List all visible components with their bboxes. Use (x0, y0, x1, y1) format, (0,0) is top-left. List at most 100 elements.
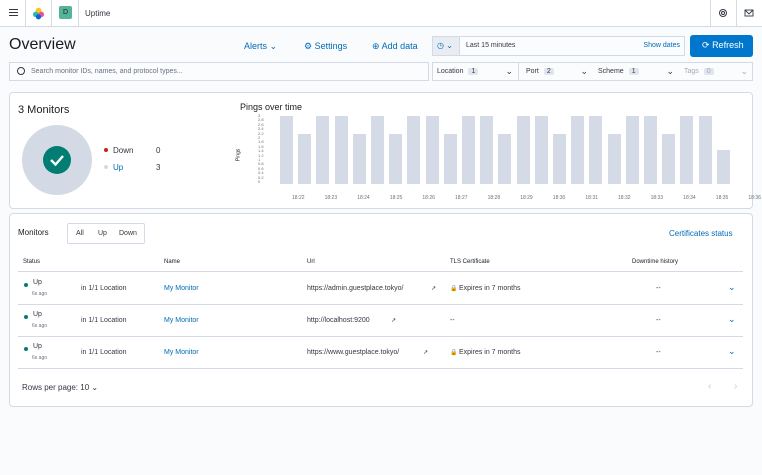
certificates-status-link[interactable]: Certificates status (669, 229, 733, 238)
filter-all-button[interactable]: All (76, 230, 84, 237)
monitor-name-link[interactable]: My Monitor (164, 285, 199, 292)
status-age: 6s ago (32, 323, 48, 329)
monitor-name-link[interactable]: My Monitor (164, 317, 199, 324)
alerts-label: Alerts (244, 41, 268, 51)
ping-bar (334, 116, 348, 184)
ping-bar (698, 116, 712, 184)
filter-count: 1 (628, 68, 639, 75)
chevron-down-icon: ⌄ (269, 41, 278, 51)
x-tick-label: 18:30 (552, 195, 566, 201)
elastic-logo-icon[interactable] (32, 7, 45, 20)
divider (18, 368, 743, 369)
page-title: Overview (9, 36, 76, 53)
space-avatar[interactable]: D (59, 6, 72, 19)
filter-port[interactable]: Port 2 ⌄ (526, 63, 592, 80)
filter-tags[interactable]: Tags 0 ⌄ (684, 63, 752, 80)
location-text: in 1/1 Location (81, 285, 127, 292)
help-icon[interactable] (718, 8, 728, 18)
check-icon (43, 146, 71, 174)
status-age: 6s ago (32, 355, 48, 361)
monitor-url-link[interactable]: https://admin.guestplace.tokyo/ (307, 285, 404, 292)
add-data-label: Add data (381, 41, 418, 51)
refresh-button[interactable]: ⟳ Refresh (690, 35, 753, 57)
ping-bar (553, 134, 567, 184)
clock-icon: ◷ (437, 41, 444, 50)
lock-icon: 🔒 (450, 286, 458, 292)
filter-down-button[interactable]: Down (119, 230, 137, 237)
ping-bar (407, 116, 421, 184)
settings-button[interactable]: ⚙ Settings (304, 41, 347, 52)
x-tick-label: 18:29 (520, 195, 533, 201)
status-text: Up (33, 311, 42, 318)
ping-bar (571, 116, 585, 184)
ping-bar (298, 134, 312, 184)
filter-label: Port (526, 68, 539, 75)
status-dot-icon (24, 315, 28, 319)
expand-row-icon[interactable]: ⌄ (728, 282, 736, 293)
tls-text: Expires in 7 months (459, 349, 521, 356)
chevron-down-icon: ⌄ (446, 41, 453, 50)
x-tick-label: 18:33 (650, 195, 664, 201)
mail-icon[interactable] (744, 8, 754, 18)
divider (18, 304, 743, 305)
add-data-button[interactable]: ⊕ Add data (372, 41, 418, 52)
divider (710, 0, 711, 27)
settings-label: Settings (314, 41, 348, 51)
col-tls[interactable]: TLS Certificate (450, 259, 490, 265)
divider (25, 0, 26, 27)
ping-bar (716, 150, 730, 184)
filter-label: Scheme (598, 68, 624, 75)
search-icon (17, 67, 25, 75)
quick-select-button[interactable]: ◷ ⌄ (433, 37, 460, 55)
ping-bar (534, 116, 548, 184)
filter-up-button[interactable]: Up (98, 230, 107, 237)
col-status[interactable]: Status (23, 259, 40, 265)
alerts-button[interactable]: Alerts ⌄ (244, 41, 277, 52)
menu-icon[interactable] (9, 9, 18, 18)
date-range-label: Last 15 minutes (466, 42, 516, 49)
x-tick-label: 18:24 (357, 195, 370, 201)
refresh-icon: ⟳ (702, 40, 710, 50)
date-picker[interactable]: ◷ ⌄ Last 15 minutes Show dates (432, 36, 685, 56)
ping-bar (480, 116, 494, 184)
col-name[interactable]: Name (164, 259, 180, 265)
divider (18, 336, 743, 337)
ping-bar (498, 134, 512, 184)
down-dot-icon (104, 148, 108, 152)
tls-text: -- (450, 317, 455, 324)
col-url[interactable]: Url (307, 259, 315, 265)
filter-scheme[interactable]: Scheme 1 ⌄ (598, 63, 678, 80)
search-placeholder: Search monitor IDs, names, and protocol … (31, 68, 183, 75)
filter-location[interactable]: Location 1 ⌄ (437, 63, 517, 80)
external-link-icon: ↗ (423, 350, 429, 356)
filter-label: Tags (684, 68, 699, 75)
legend-up-label: Up (113, 163, 124, 172)
filter-group: Location 1 ⌄ Port 2 ⌄ Scheme 1 ⌄ Tags 0 ⌄ (432, 62, 753, 81)
filter-count: 2 (543, 68, 554, 75)
ping-bar (352, 134, 366, 184)
expand-row-icon[interactable]: ⌄ (728, 314, 736, 325)
prev-page-icon[interactable]: ‹ (708, 381, 711, 392)
x-tick-label: 18:35 (715, 195, 729, 201)
ping-bar (589, 116, 603, 184)
legend-up: Up (104, 163, 123, 172)
y-axis-label: Pings (235, 148, 242, 162)
status-dot-icon (24, 347, 28, 351)
monitor-url-link[interactable]: https://www.guestplace.tokyo/ (307, 349, 399, 356)
plus-circle-icon: ⊕ (372, 41, 380, 51)
chart-title: Pings over time (240, 102, 303, 112)
expand-row-icon[interactable]: ⌄ (728, 346, 736, 357)
breadcrumb-app[interactable]: Uptime (85, 9, 110, 18)
divider (51, 0, 52, 27)
rows-per-page-select[interactable]: Rows per page: 10 ⌄ (22, 383, 98, 392)
downtime-text: -- (656, 349, 661, 356)
filter-count: 1 (468, 68, 479, 75)
search-input[interactable]: Search monitor IDs, names, and protocol … (9, 62, 429, 81)
show-dates-link[interactable]: Show dates (643, 42, 680, 49)
monitor-url-link[interactable]: http://localhost:9200 (307, 317, 370, 324)
external-link-icon: ↗ (391, 318, 397, 324)
monitor-name-link[interactable]: My Monitor (164, 349, 199, 356)
downtime-text: -- (656, 285, 661, 292)
next-page-icon[interactable]: › (734, 381, 737, 392)
top-bar: D Uptime (0, 0, 762, 27)
